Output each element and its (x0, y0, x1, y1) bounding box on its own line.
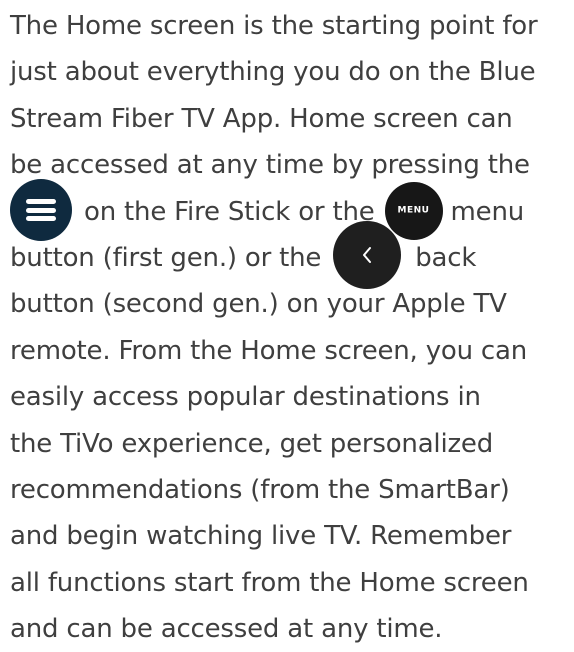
paragraph-line-10: the TiVo experience, get personalized (10, 428, 494, 459)
paragraph-line-3: Stream Fiber TV App. Home screen can (10, 103, 513, 134)
paragraph-line-13: all functions start from the Home screen (10, 567, 529, 598)
paragraph-line-12: and begin watching live TV. Remember (10, 521, 512, 552)
apple-tv-back-button-icon (333, 221, 402, 290)
paragraph-line-1: The Home screen is the starting point fo… (10, 11, 538, 41)
paragraph-line-9: easily access popular destinations in (10, 382, 481, 413)
menu-button-label: MENU (397, 205, 430, 216)
paragraph-line-2: just about everything you do on the Blue (10, 57, 536, 88)
paragraph-line-8: remote. From the Home screen, you can (10, 335, 528, 366)
paragraph-line-5: on the Fire Stick or the MENU menu (10, 179, 566, 242)
paragraph-line-5-text-b: menu (450, 196, 525, 227)
paragraph-line-6-text-a: button (first gen.) or the (10, 242, 322, 273)
paragraph-line-7: button (second gen.) on your Apple TV (10, 289, 507, 320)
apple-tv-menu-button-icon: MENU (384, 182, 443, 241)
paragraph-line-4: be accessed at any time by pressing the (10, 150, 530, 181)
paragraph-line-14: and can be accessed at any time. (10, 614, 443, 645)
paragraph-line-11: recommendations (from the SmartBar) (10, 474, 510, 505)
paragraph-line-6-text-b: back (415, 242, 477, 273)
paragraph-line-6: button (first gen.) or the back (10, 221, 566, 290)
article-body: The Home screen is the starting point fo… (0, 3, 574, 648)
hamburger-menu-icon (10, 179, 72, 242)
paragraph-line-5-text-a: on the Fire Stick or the (84, 196, 375, 227)
